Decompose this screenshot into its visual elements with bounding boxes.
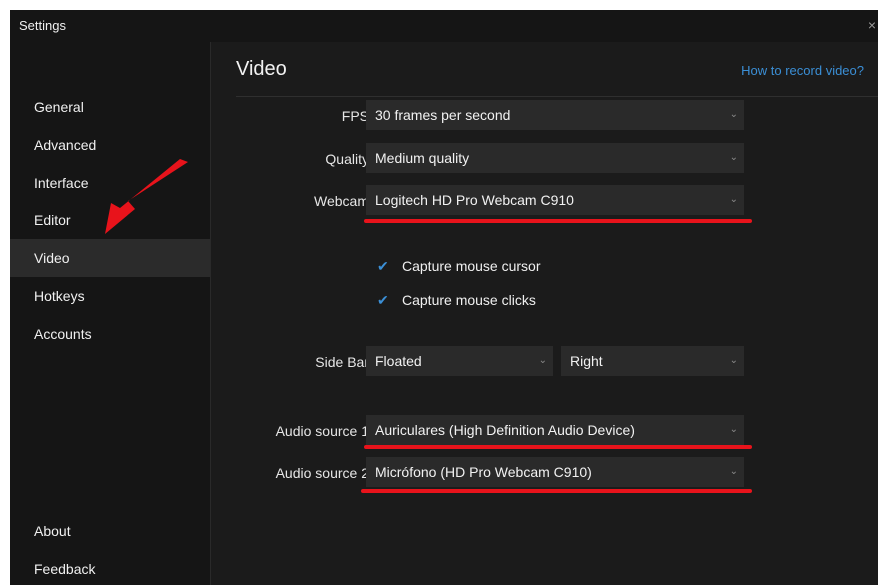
red-underline-annotation	[361, 489, 752, 493]
red-underline-annotation	[364, 445, 752, 449]
side-bar-label: Side Bar	[315, 354, 369, 370]
chevron-down-icon: ⌄	[729, 424, 738, 435]
audio-source-2-select[interactable]: Micrófono (HD Pro Webcam C910) ⌄	[366, 457, 744, 487]
page-title: Video	[236, 58, 287, 80]
chevron-down-icon: ⌄	[729, 152, 738, 163]
audio-source-1-value: Auriculares (High Definition Audio Devic…	[375, 422, 635, 438]
webcam-label: Webcam	[314, 193, 369, 209]
capture-mouse-clicks-label: Capture mouse clicks	[402, 292, 536, 308]
quality-label: Quality	[325, 151, 369, 167]
close-icon[interactable]: ×	[868, 17, 876, 33]
capture-mouse-clicks-checkbox[interactable]: ✔ Capture mouse clicks	[377, 292, 536, 309]
webcam-select[interactable]: Logitech HD Pro Webcam C910 ⌄	[366, 185, 744, 215]
audio-source-1-label: Audio source 1	[275, 423, 369, 439]
capture-mouse-cursor-checkbox[interactable]: ✔ Capture mouse cursor	[377, 258, 541, 275]
fps-label: FPS	[341, 108, 369, 124]
webcam-value: Logitech HD Pro Webcam C910	[375, 192, 574, 208]
sidebar-item-hotkeys[interactable]: Hotkeys	[10, 277, 210, 315]
header-divider	[236, 96, 878, 97]
quality-value: Medium quality	[375, 150, 470, 166]
video-settings-panel: Video How to record video? FPS 30 frames…	[211, 42, 878, 585]
checkmark-icon: ✔	[377, 258, 389, 274]
capture-mouse-cursor-label: Capture mouse cursor	[402, 258, 541, 274]
side-bar-position-value: Right	[570, 353, 603, 369]
red-arrow-annotation	[105, 159, 188, 234]
audio-source-2-label: Audio source 2	[275, 465, 369, 481]
fps-select[interactable]: 30 frames per second ⌄	[366, 100, 744, 130]
side-bar-mode-value: Floated	[375, 353, 422, 369]
audio-source-1-select[interactable]: Auriculares (High Definition Audio Devic…	[366, 415, 744, 445]
sidebar-item-accounts[interactable]: Accounts	[10, 315, 210, 353]
chevron-down-icon: ⌄	[729, 355, 738, 366]
sidebar-item-feedback[interactable]: Feedback	[10, 550, 210, 585]
fps-value: 30 frames per second	[375, 107, 511, 123]
settings-window: Settings × General Advanced Interface Ed…	[10, 10, 878, 585]
side-bar-position-select[interactable]: Right ⌄	[561, 346, 744, 376]
side-bar-mode-select[interactable]: Floated ⌄	[366, 346, 553, 376]
red-underline-annotation	[364, 219, 752, 223]
audio-source-2-value: Micrófono (HD Pro Webcam C910)	[375, 464, 592, 480]
chevron-down-icon: ⌄	[729, 466, 738, 477]
chevron-down-icon: ⌄	[729, 194, 738, 205]
quality-select[interactable]: Medium quality ⌄	[366, 143, 744, 173]
how-to-record-video-link[interactable]: How to record video?	[741, 63, 864, 78]
chevron-down-icon: ⌄	[538, 355, 547, 366]
chevron-down-icon: ⌄	[729, 109, 738, 120]
sidebar-item-about[interactable]: About	[10, 512, 210, 550]
checkmark-icon: ✔	[377, 292, 389, 308]
